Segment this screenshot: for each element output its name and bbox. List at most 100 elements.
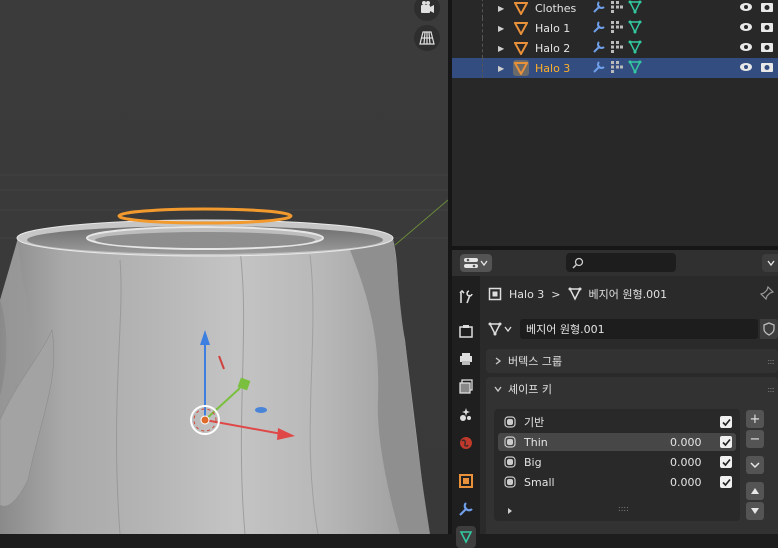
render-camera-icon[interactable]	[760, 60, 774, 77]
outliner-row-halo-1[interactable]: ▶ Halo 1	[452, 18, 778, 38]
filter-expand-icon[interactable]	[506, 507, 514, 515]
expand-arrow-icon[interactable]: ▶	[498, 44, 504, 53]
remove-shape-key-button[interactable]: −	[746, 430, 764, 448]
curve-object-icon	[513, 0, 529, 16]
curve-object-icon	[513, 20, 529, 36]
shape-key-checkbox[interactable]	[720, 456, 732, 468]
vertex-groups-icon[interactable]	[611, 61, 623, 73]
tab-view-layer[interactable]	[456, 376, 476, 398]
image-layers-icon	[459, 379, 473, 394]
expand-arrow-icon[interactable]: ▶	[498, 24, 504, 33]
modifier-wrench-icon[interactable]	[592, 0, 606, 14]
tab-world[interactable]	[456, 432, 476, 454]
move-up-button[interactable]	[746, 482, 764, 500]
modifier-wrench-icon[interactable]	[592, 40, 606, 54]
tab-output[interactable]	[456, 348, 476, 370]
tool-icon	[459, 289, 473, 304]
shape-key-value[interactable]: 0.000	[670, 476, 702, 489]
shape-key-icon	[504, 456, 516, 468]
panel-vertex-groups[interactable]: 버텍스 그룹 ::::	[486, 349, 778, 373]
vertex-groups-icon[interactable]	[611, 41, 623, 53]
breadcrumb-object: Halo 3	[509, 287, 545, 301]
shape-key-row[interactable]: 기반	[498, 413, 736, 431]
move-down-button[interactable]	[746, 502, 764, 520]
expand-arrow-icon[interactable]: ▶	[498, 4, 504, 13]
list-resize-grip-icon[interactable]: ::::	[618, 504, 629, 513]
outliner-row-clothes[interactable]: ▶ Clothes	[452, 0, 778, 18]
scene-icon	[460, 408, 471, 421]
printer-icon	[460, 353, 472, 365]
mesh-browse-dropdown[interactable]	[488, 319, 518, 339]
shape-key-checkbox[interactable]	[720, 476, 732, 488]
expand-arrow-icon[interactable]: ▶	[498, 64, 504, 73]
mesh-name-field[interactable]: 베지어 원형.001	[520, 319, 758, 339]
shape-key-icon	[504, 436, 516, 448]
shape-key-checkbox[interactable]	[720, 436, 732, 448]
mesh-data-icon[interactable]	[628, 40, 642, 54]
breadcrumb: Halo 3 > 베지어 원형.001	[488, 284, 667, 304]
chevron-down-icon	[494, 386, 502, 393]
shape-key-checkbox[interactable]	[720, 416, 732, 428]
properties-tabs	[452, 276, 480, 548]
shape-key-row[interactable]: Small 0.000	[498, 473, 736, 491]
breadcrumb-separator: >	[551, 287, 561, 301]
shape-key-name: Small	[524, 475, 555, 489]
shape-key-row[interactable]: Big 0.000	[498, 453, 736, 471]
editor-type-dropdown[interactable]	[460, 254, 492, 272]
drag-grip-icon[interactable]: ::::	[767, 357, 775, 366]
panel-shape-keys[interactable]: 셰이프 키 ::::	[486, 377, 778, 401]
mesh-data-icon[interactable]	[628, 0, 642, 14]
eye-icon[interactable]	[739, 40, 753, 57]
properties-editor-icon	[464, 258, 478, 268]
render-camera-icon[interactable]	[760, 40, 774, 57]
curve-object-icon	[513, 60, 529, 76]
mesh-data-icon[interactable]	[628, 20, 642, 34]
eye-icon[interactable]	[739, 20, 753, 37]
arrow-down-icon	[751, 508, 759, 514]
outliner-row-halo-3[interactable]: ▶ Halo 3	[452, 58, 778, 78]
object-icon	[459, 474, 473, 488]
properties-search-input[interactable]	[566, 253, 676, 272]
shape-key-value[interactable]: 0.000	[670, 456, 702, 469]
panel-title: 버텍스 그룹	[508, 355, 563, 368]
render-icon	[459, 325, 473, 338]
properties-header	[452, 250, 778, 276]
breadcrumb-mesh: 베지어 원형.001	[588, 288, 668, 301]
shape-key-row[interactable]: Thin 0.000	[498, 433, 736, 451]
mesh-data-icon[interactable]	[628, 60, 642, 74]
tab-data[interactable]	[456, 526, 476, 548]
outliner-label: Halo 2	[535, 41, 571, 55]
eye-icon[interactable]	[739, 60, 753, 77]
header-dropdown-button[interactable]	[762, 254, 778, 272]
chevron-down-icon	[750, 462, 760, 469]
render-camera-icon[interactable]	[760, 0, 774, 17]
shape-key-value[interactable]: 0.000	[670, 436, 702, 449]
search-icon	[572, 257, 584, 269]
chevron-right-icon	[495, 357, 502, 365]
perspective-grid-icon[interactable]	[414, 25, 440, 51]
pin-icon[interactable]	[759, 285, 775, 303]
3d-viewport[interactable]	[0, 0, 448, 534]
arrow-up-icon	[751, 488, 759, 494]
outliner-row-halo-2[interactable]: ▶ Halo 2	[452, 38, 778, 58]
tab-scene[interactable]	[456, 404, 476, 426]
tab-tool[interactable]	[456, 286, 476, 308]
world-icon	[460, 437, 472, 449]
drag-grip-icon[interactable]: ::::	[767, 385, 775, 394]
list-footer: ::::	[500, 504, 740, 518]
vertex-groups-icon[interactable]	[611, 1, 623, 13]
add-shape-key-button[interactable]: +	[746, 410, 764, 428]
fake-user-shield-icon[interactable]	[760, 319, 778, 339]
shape-key-icon	[504, 476, 516, 488]
shape-key-specials-button[interactable]	[746, 456, 764, 474]
shape-key-icon	[504, 416, 516, 428]
modifier-wrench-icon[interactable]	[592, 20, 606, 34]
modifier-wrench-icon[interactable]	[592, 60, 606, 74]
tab-modifiers[interactable]	[456, 498, 476, 520]
render-camera-icon[interactable]	[760, 20, 774, 37]
vertex-groups-icon[interactable]	[611, 21, 623, 33]
eye-icon[interactable]	[739, 0, 753, 17]
tab-object[interactable]	[456, 470, 476, 492]
outliner-label: Clothes	[535, 1, 577, 15]
tab-render[interactable]	[456, 320, 476, 342]
